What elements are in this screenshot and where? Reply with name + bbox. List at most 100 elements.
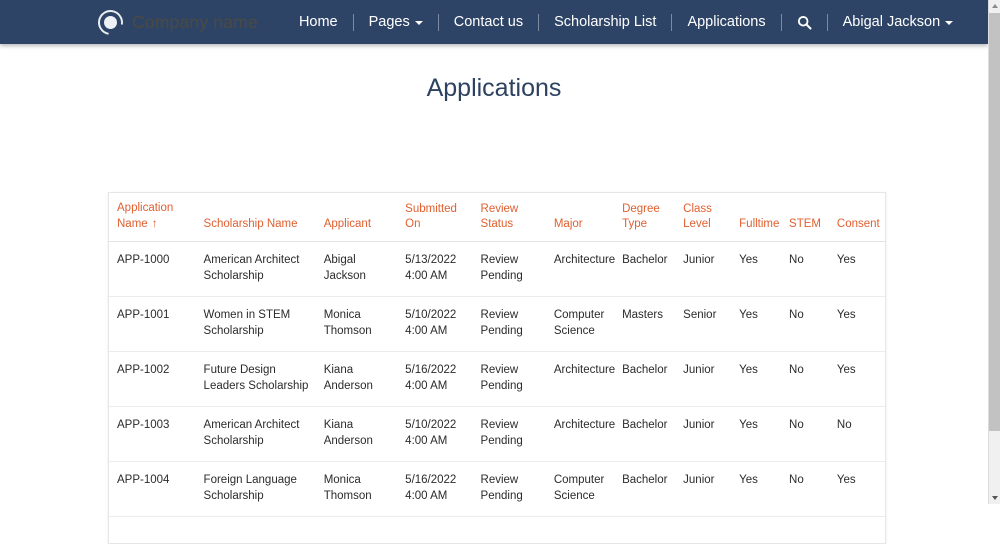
column-header-scholarship-name[interactable]: Scholarship Name — [196, 193, 316, 242]
cell-degree-type: Bachelor — [614, 407, 675, 462]
scroll-up-arrow-icon[interactable] — [989, 0, 1000, 12]
cell-consent: Yes — [829, 352, 885, 407]
table-row[interactable]: APP-1004 Foreign Language Scholarship Mo… — [109, 462, 885, 517]
column-header-application-name-label: Application Name — [117, 202, 173, 230]
cell-stem: No — [781, 297, 829, 352]
nav-link-applications[interactable]: Applications — [672, 0, 780, 44]
column-header-class-level[interactable]: Class Level — [675, 193, 731, 242]
column-header-consent[interactable]: Consent — [829, 193, 885, 242]
cell-class-level: Junior — [675, 242, 731, 297]
table-header: Application Name↑ Scholarship Name Appli… — [109, 193, 885, 242]
nav-link-applications-label: Applications — [687, 0, 765, 44]
table-row[interactable]: APP-1003 American Architect Scholarship … — [109, 407, 885, 462]
cell-stem: No — [781, 462, 829, 517]
cell-degree-type: Bachelor — [614, 462, 675, 517]
cell-scholarship-name: American Architect Scholarship — [196, 407, 316, 462]
search-icon[interactable] — [782, 15, 827, 30]
cell-fulltime: Yes — [731, 352, 781, 407]
table-row[interactable]: APP-1001 Women in STEM Scholarship Monic… — [109, 297, 885, 352]
cell-application-name: APP-1001 — [109, 297, 196, 352]
cell-fulltime: Yes — [731, 407, 781, 462]
nav-link-contact-us[interactable]: Contact us — [439, 0, 538, 44]
cell-review-status: Review Pending — [473, 407, 546, 462]
user-menu-label: Abigal Jackson — [843, 0, 941, 44]
cell-application-name: APP-1004 — [109, 462, 196, 517]
cell-stem: No — [781, 242, 829, 297]
cell-fulltime: Yes — [731, 297, 781, 352]
cell-stem: No — [781, 407, 829, 462]
page-title: Applications — [0, 74, 988, 103]
column-header-major[interactable]: Major — [546, 193, 614, 242]
cell-major: Computer Science — [546, 297, 614, 352]
column-header-review-status[interactable]: Review Status — [473, 193, 546, 242]
cell-major: Architecture — [546, 407, 614, 462]
cell-scholarship-name: Women in STEM Scholarship — [196, 297, 316, 352]
cell-class-level: Junior — [675, 352, 731, 407]
cell-submitted-on: 5/16/2022 4:00 AM — [397, 352, 472, 407]
cell-submitted-on: 5/10/2022 4:00 AM — [397, 297, 472, 352]
column-header-stem[interactable]: STEM — [781, 193, 829, 242]
cell-consent: Yes — [829, 242, 885, 297]
table-row[interactable]: APP-1002 Future Design Leaders Scholarsh… — [109, 352, 885, 407]
brand-name: Company name — [132, 12, 258, 33]
cell-stem: No — [781, 352, 829, 407]
table-footer-spacer-cell — [109, 517, 885, 543]
cell-major: Computer Science — [546, 462, 614, 517]
table-footer-spacer — [109, 517, 885, 543]
user-menu[interactable]: Abigal Jackson — [828, 0, 969, 44]
cell-degree-type: Bachelor — [614, 242, 675, 297]
brand-logo[interactable]: Company name — [98, 10, 258, 35]
cell-consent: Yes — [829, 462, 885, 517]
circle-logo-icon — [98, 10, 123, 35]
column-header-fulltime[interactable]: Fulltime — [731, 193, 781, 242]
navbar-inner: Company name Home Pages Contact us Schol… — [98, 0, 968, 44]
cell-applicant: Abigal Jackson — [316, 242, 397, 297]
cell-review-status: Review Pending — [473, 462, 546, 517]
cell-applicant: Kiana Anderson — [316, 407, 397, 462]
column-header-applicant[interactable]: Applicant — [316, 193, 397, 242]
cell-review-status: Review Pending — [473, 242, 546, 297]
cell-degree-type: Bachelor — [614, 352, 675, 407]
top-navbar: Company name Home Pages Contact us Schol… — [0, 0, 988, 44]
cell-scholarship-name: Future Design Leaders Scholarship — [196, 352, 316, 407]
column-header-submitted-on[interactable]: Submitted On — [397, 193, 472, 242]
cell-major: Architecture — [546, 242, 614, 297]
cell-review-status: Review Pending — [473, 297, 546, 352]
column-header-application-name[interactable]: Application Name↑ — [109, 193, 196, 242]
cell-fulltime: Yes — [731, 242, 781, 297]
table-header-row: Application Name↑ Scholarship Name Appli… — [109, 193, 885, 242]
cell-review-status: Review Pending — [473, 352, 546, 407]
cell-class-level: Junior — [675, 462, 731, 517]
nav-links: Home Pages Contact us Scholarship List A… — [284, 0, 968, 44]
scrollbar-thumb[interactable] — [989, 13, 1000, 431]
column-header-degree-type[interactable]: Degree Type — [614, 193, 675, 242]
nav-link-pages-label: Pages — [369, 0, 410, 44]
vertical-scrollbar[interactable] — [988, 0, 1000, 504]
table-row[interactable]: APP-1000 American Architect Scholarship … — [109, 242, 885, 297]
sort-ascending-icon[interactable]: ↑ — [152, 216, 158, 230]
nav-link-pages[interactable]: Pages — [354, 0, 438, 44]
cell-submitted-on: 5/10/2022 4:00 AM — [397, 407, 472, 462]
cell-class-level: Senior — [675, 297, 731, 352]
cell-submitted-on: 5/16/2022 4:00 AM — [397, 462, 472, 517]
nav-link-home[interactable]: Home — [284, 0, 353, 44]
nav-link-scholarship-list[interactable]: Scholarship List — [539, 0, 671, 44]
nav-link-home-label: Home — [299, 0, 338, 44]
cell-submitted-on: 5/13/2022 4:00 AM — [397, 242, 472, 297]
cell-applicant: Kiana Anderson — [316, 352, 397, 407]
chevron-down-icon — [945, 21, 953, 25]
cell-scholarship-name: Foreign Language Scholarship — [196, 462, 316, 517]
applications-table-card: Application Name↑ Scholarship Name Appli… — [108, 192, 886, 544]
cell-class-level: Junior — [675, 407, 731, 462]
table-body: APP-1000 American Architect Scholarship … — [109, 242, 885, 543]
chevron-down-icon — [415, 21, 423, 25]
cell-applicant: Monica Thomson — [316, 462, 397, 517]
cell-degree-type: Masters — [614, 297, 675, 352]
cell-applicant: Monica Thomson — [316, 297, 397, 352]
cell-consent: Yes — [829, 297, 885, 352]
cell-scholarship-name: American Architect Scholarship — [196, 242, 316, 297]
nav-link-contact-us-label: Contact us — [454, 0, 523, 44]
cell-fulltime: Yes — [731, 462, 781, 517]
applications-table: Application Name↑ Scholarship Name Appli… — [109, 193, 885, 543]
scroll-down-arrow-icon[interactable] — [989, 492, 1000, 504]
